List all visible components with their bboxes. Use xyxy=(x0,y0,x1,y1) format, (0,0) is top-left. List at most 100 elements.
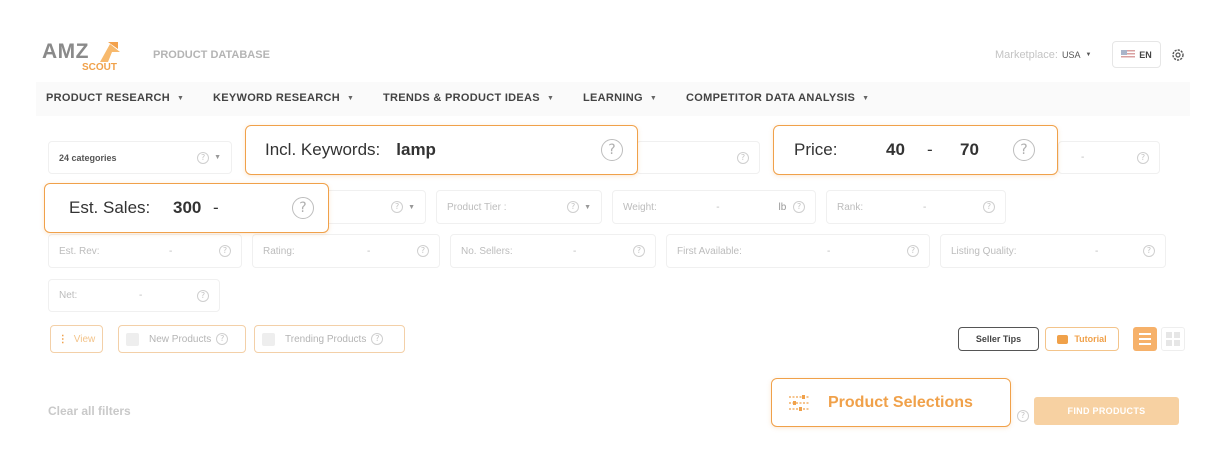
help-icon: ? xyxy=(391,201,404,213)
list-view-icon[interactable] xyxy=(1133,327,1157,351)
row2-dropdown[interactable]: ? ▼ xyxy=(320,190,426,224)
help-icon: ? xyxy=(633,245,645,257)
new-products-checkbox[interactable]: New Products ? xyxy=(118,325,246,353)
rank-filter[interactable]: Rank: - ? xyxy=(826,190,1006,224)
product-tier-label: Product Tier : xyxy=(447,201,507,213)
trending-products-checkbox[interactable]: Trending Products ? xyxy=(254,325,405,353)
est-rev-filter[interactable]: Est. Rev: - ? xyxy=(48,234,242,268)
est-rev-label: Est. Rev: xyxy=(59,245,100,257)
nav-label: KEYWORD RESEARCH xyxy=(213,92,341,104)
nav-keyword-research[interactable]: KEYWORD RESEARCH ▼ xyxy=(213,92,354,104)
sellers-filter[interactable]: No. Sellers: - ? xyxy=(450,234,656,268)
range-separator: - xyxy=(213,198,219,217)
find-products-button[interactable]: FIND PRODUCTS xyxy=(1034,397,1179,425)
grid-view-icon[interactable] xyxy=(1161,327,1185,351)
listing-quality-label: Listing Quality: xyxy=(951,245,1017,257)
help-icon: ? xyxy=(219,245,231,257)
keywords-input-bg: ? xyxy=(636,141,760,174)
seller-tips-label: Seller Tips xyxy=(975,334,1022,344)
help-icon: ? xyxy=(1013,139,1035,161)
chevron-down-icon: ▼ xyxy=(649,94,658,102)
language-label: EN xyxy=(1139,49,1152,60)
logo[interactable]: AMZ SCOUT xyxy=(42,40,134,76)
nav-label: LEARNING xyxy=(583,92,643,104)
chevron-down-icon: ▼ xyxy=(546,94,555,102)
nav-trends-product-ideas[interactable]: TRENDS & PRODUCT IDEAS ▼ xyxy=(383,92,554,104)
nav-competitor-data-analysis[interactable]: COMPETITOR DATA ANALYSIS ▼ xyxy=(686,92,869,104)
us-flag-icon xyxy=(1121,50,1136,59)
marketplace-value: USA xyxy=(1061,50,1081,60)
sellers-label: No. Sellers: xyxy=(461,245,513,257)
rating-filter[interactable]: Rating: - ? xyxy=(252,234,440,268)
price-input[interactable]: Price: 40 - 70 ? xyxy=(773,125,1058,175)
help-icon: ? xyxy=(983,201,995,213)
range-separator: - xyxy=(367,245,371,257)
checkbox-icon xyxy=(126,332,139,346)
range-separator: - xyxy=(923,201,927,213)
new-products-label: New Products xyxy=(149,333,212,345)
keywords-value: lamp xyxy=(396,140,436,159)
help-icon: ? xyxy=(1143,245,1155,257)
chevron-down-icon: ▼ xyxy=(584,203,591,211)
marketplace-label: Marketplace: xyxy=(995,49,1058,61)
nav-learning[interactable]: LEARNING ▼ xyxy=(583,92,657,104)
price-label: Price: xyxy=(794,140,838,159)
help-icon: ? xyxy=(292,197,314,219)
help-icon: ? xyxy=(1137,151,1149,164)
help-icon: ? xyxy=(601,139,623,161)
video-icon xyxy=(1057,334,1069,344)
price-max: 70 xyxy=(960,140,979,159)
nav-label: TRENDS & PRODUCT IDEAS xyxy=(383,92,540,104)
listing-quality-filter[interactable]: Listing Quality: - ? xyxy=(940,234,1166,268)
categories-filter[interactable]: 24 categories ? ▼ xyxy=(48,141,232,174)
seller-tips-button[interactable]: Seller Tips xyxy=(958,327,1039,351)
range-separator: - xyxy=(827,245,831,257)
help-icon: ? xyxy=(417,245,429,257)
page-title: PRODUCT DATABASE xyxy=(153,49,270,61)
range-separator: - xyxy=(573,245,577,257)
help-icon: ? xyxy=(567,201,580,213)
help-icon: ? xyxy=(907,245,919,257)
help-icon: ? xyxy=(197,151,210,164)
settings-icon[interactable] xyxy=(1170,47,1186,63)
logo-text-scout: SCOUT xyxy=(82,62,117,73)
tutorial-label: Tutorial xyxy=(1074,334,1107,344)
nav-product-research[interactable]: PRODUCT RESEARCH ▼ xyxy=(46,92,184,104)
chevron-down-icon: ▼ xyxy=(347,94,355,102)
chevron-down-icon: ▼ xyxy=(1085,52,1092,58)
chevron-down-icon: ▼ xyxy=(176,94,185,102)
help-icon: ? xyxy=(197,289,209,302)
nav-label: COMPETITOR DATA ANALYSIS xyxy=(686,92,856,104)
chevron-down-icon: ▼ xyxy=(214,154,221,161)
language-button[interactable]: EN xyxy=(1112,41,1161,68)
rating-label: Rating: xyxy=(263,245,295,257)
est-sales-input[interactable]: Est. Sales: 300 - ? xyxy=(44,183,329,233)
categories-label: 24 categories xyxy=(59,152,117,163)
est-sales-min: 300 xyxy=(173,198,202,217)
view-button[interactable]: ⋮ View xyxy=(50,325,103,353)
help-icon: ? xyxy=(371,333,384,345)
marketplace-selector[interactable]: Marketplace: USA ▼ xyxy=(995,49,1091,61)
tutorial-button[interactable]: Tutorial xyxy=(1045,327,1119,351)
product-tier-filter[interactable]: Product Tier : ? ▼ xyxy=(436,190,602,224)
more-vertical-icon: ⋮ xyxy=(57,333,68,345)
logo-arrow-icon xyxy=(100,42,120,62)
range-separator: - xyxy=(927,140,933,159)
weight-label: Weight: xyxy=(623,201,657,213)
weight-unit: lb xyxy=(778,201,787,213)
help-icon: ? xyxy=(1017,405,1029,423)
product-selections-label: Product Selections xyxy=(828,393,973,411)
range-separator: - xyxy=(1095,245,1099,257)
help-icon: ? xyxy=(216,333,229,345)
product-selections-button[interactable]: Product Selections xyxy=(771,378,1011,427)
net-filter[interactable]: Net: - ? xyxy=(48,279,220,312)
keywords-input[interactable]: Incl. Keywords: lamp ? xyxy=(245,125,638,175)
clear-filters-link[interactable]: Clear all filters xyxy=(48,404,131,418)
filter-row1-right[interactable]: - ? xyxy=(1058,141,1160,174)
view-label: View xyxy=(73,333,96,345)
chevron-down-icon: ▼ xyxy=(862,94,870,102)
first-available-filter[interactable]: First Available: - ? xyxy=(666,234,930,268)
rank-label: Rank: xyxy=(837,201,864,213)
range-separator: - xyxy=(139,290,143,301)
weight-filter[interactable]: Weight: - lb ? xyxy=(612,190,816,224)
